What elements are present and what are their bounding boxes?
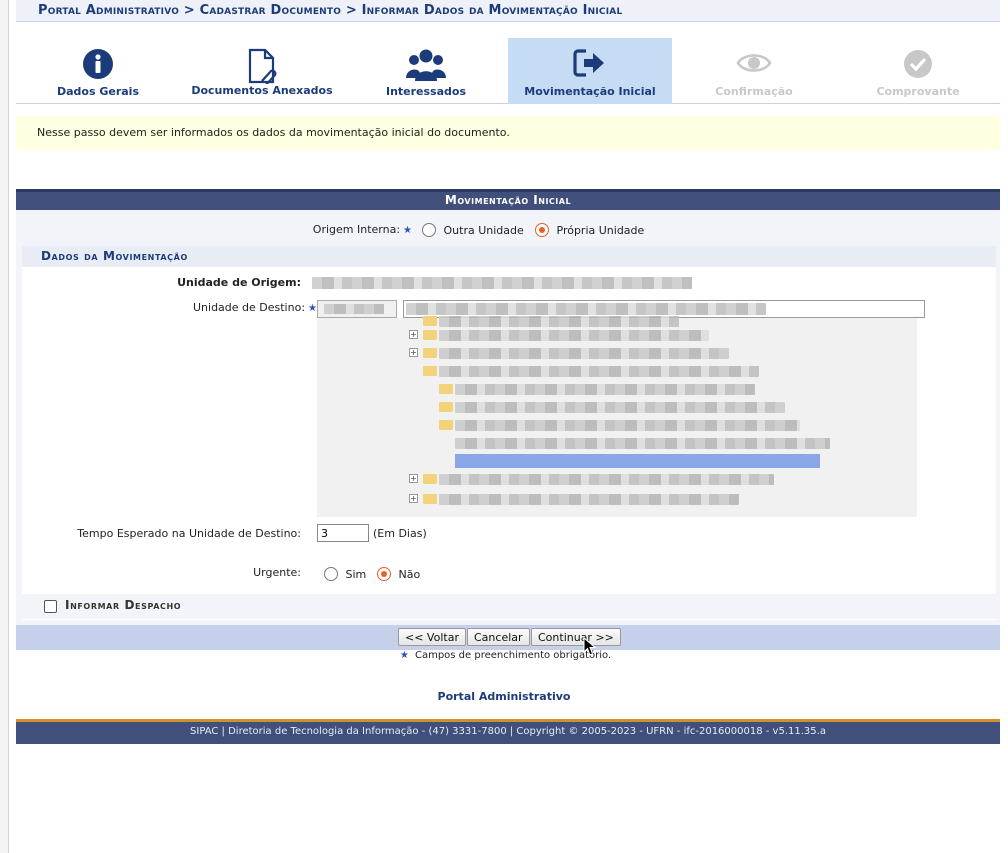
page-left-gutter [0,0,8,853]
radio-propria-unidade-label: Própria Unidade [556,224,645,237]
folder-icon [423,494,437,504]
tempo-esperado-label: Tempo Esperado na Unidade de Destino: [77,527,301,540]
tree-node[interactable] [439,316,679,327]
info-icon [16,48,180,84]
wizard-steps: Dados Gerais Documentos Anexados Interes… [16,38,1000,104]
informar-despacho-row[interactable]: Informar Despacho [22,594,996,619]
tree-node[interactable] [439,494,739,505]
step-dados-gerais[interactable]: Dados Gerais [16,38,180,104]
radio-propria-unidade-control[interactable] [535,223,549,237]
dados-movimentacao-section: Dados da Movimentação Unidade de Origem:… [22,246,996,620]
panel-title: Movimentação Inicial [16,189,1000,210]
tempo-unit: (Em Dias) [373,527,427,540]
unidade-origem-value-redacted [312,277,692,289]
radio-urgente-sim[interactable]: Sim [324,567,366,581]
unidade-destino-code-input[interactable] [317,300,397,318]
expand-icon[interactable]: + [409,474,418,483]
folder-icon [423,330,437,340]
step-label: Comprovante [876,85,960,98]
step-label: Documentos Anexados [191,84,333,97]
check-circle-icon [836,48,1000,84]
required-note: ★ Campos de preenchimento obrigatório. [399,650,612,661]
step-label: Movimentação Inicial [524,85,656,98]
sign-out-arrow-icon [508,48,672,84]
origem-interna-label: Origem Interna: ★ [312,223,412,236]
footer-bar: SIPAC | Diretoria de Tecnologia da Infor… [16,719,1000,744]
step-label: Confirmação [715,85,793,98]
breadcrumb: Portal Administrativo > Cadastrar Docume… [16,0,1000,22]
expand-icon[interactable]: + [409,494,418,503]
radio-urgente-sim-control[interactable] [324,567,338,581]
cancel-button[interactable]: Cancelar [467,628,530,646]
tree-node[interactable] [439,474,774,485]
folder-icon [423,366,437,376]
informar-despacho-label: Informar Despacho [65,598,182,612]
radio-urgente-sim-label: Sim [345,568,367,581]
tree-node[interactable] [439,330,709,341]
tree-node-selected[interactable] [455,454,820,468]
radio-urgente-nao-label: Não [398,568,421,581]
step-interessados[interactable]: Interessados [344,38,508,104]
back-button[interactable]: << Voltar [398,628,466,646]
button-bar: << Voltar Cancelar Continuar >> [16,625,1000,650]
tree-node[interactable] [455,438,830,449]
section-title: Dados da Movimentação [22,246,996,267]
folder-icon [423,316,437,326]
tempo-esperado-input[interactable] [317,524,369,542]
required-star-icon: ★ [399,650,409,661]
folder-icon [423,348,437,358]
folder-icon [423,474,437,484]
users-icon [344,48,508,84]
required-star-icon: ★ [403,225,412,236]
unidade-destino-tree[interactable]: + + + + [317,316,917,517]
eye-icon [672,48,836,84]
step-label: Dados Gerais [56,85,140,98]
tree-node[interactable] [455,402,785,413]
required-star-icon: ★ [308,303,317,314]
info-message: Nesse passo devem ser informados os dado… [16,116,1000,150]
radio-outra-unidade-control[interactable] [422,223,436,237]
tree-node[interactable] [455,384,755,395]
continue-button[interactable]: Continuar >> [531,628,621,646]
step-comprovante: Comprovante [836,38,1000,104]
step-label: Interessados [385,85,467,98]
folder-icon [439,402,453,412]
radio-outra-unidade[interactable]: Outra Unidade [422,223,524,237]
step-confirmacao: Confirmação [672,38,836,104]
radio-urgente-nao-control[interactable] [377,567,391,581]
origem-interna-row: Origem Interna: ★ Outra Unidade Própria U… [16,221,1000,241]
expand-icon[interactable]: + [409,348,418,357]
tree-node[interactable] [439,348,729,359]
document-attachment-icon [180,48,344,84]
step-movimentacao-inicial[interactable]: Movimentação Inicial [508,38,672,104]
expand-icon[interactable]: + [409,330,418,339]
page-left-border [8,0,9,853]
footer-portal-link[interactable]: Portal Administrativo [0,690,1008,703]
radio-outra-unidade-label: Outra Unidade [443,224,524,237]
mouse-cursor-icon [583,637,597,656]
radio-urgente-nao[interactable]: Não [377,567,420,581]
folder-icon [439,384,453,394]
form-panel: Movimentação Inicial Origem Interna: ★ Ou… [16,189,1000,650]
unidade-destino-label: Unidade de Destino: ★ [192,301,317,314]
folder-icon [439,420,453,430]
radio-propria-unidade[interactable]: Própria Unidade [535,223,644,237]
tree-node[interactable] [455,420,800,431]
tree-node[interactable] [439,366,759,377]
unidade-origem-label: Unidade de Origem: [177,276,301,289]
step-documentos-anexados[interactable]: Documentos Anexados [180,38,344,104]
informar-despacho-checkbox[interactable] [44,600,57,613]
urgente-label: Urgente: [253,566,301,579]
